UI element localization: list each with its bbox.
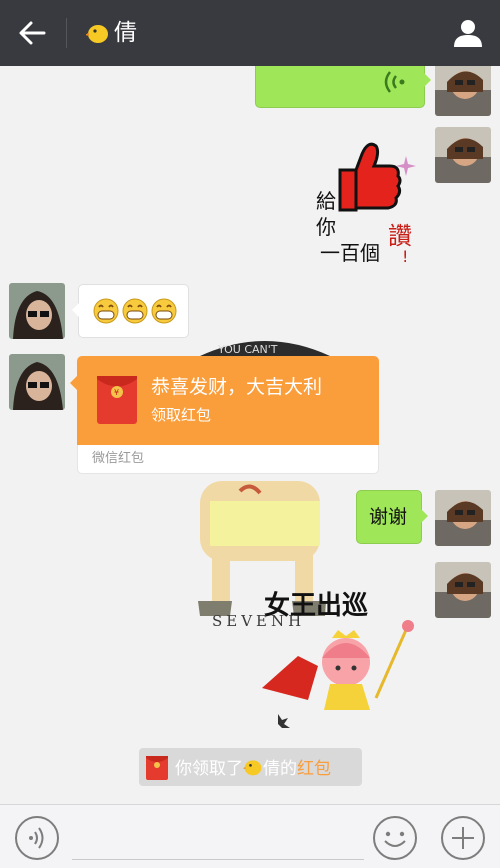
input-bar — [0, 804, 500, 868]
sticker-text: 給 — [316, 189, 336, 213]
cap-text: YOU CAN'T — [217, 343, 278, 356]
sticker-text: 你 — [316, 215, 336, 239]
plus-icon — [441, 816, 485, 860]
grin-emoji-icon — [122, 298, 148, 324]
avatar-image — [435, 66, 491, 116]
chat-info-button[interactable] — [450, 15, 486, 51]
voice-mode-icon — [15, 816, 59, 860]
red-packet-subtitle: 领取红包 — [151, 406, 212, 424]
note-name: 倩 — [263, 759, 280, 779]
red-envelope-icon: ¥ — [97, 376, 137, 424]
svg-text:¥: ¥ — [114, 388, 119, 397]
person-icon — [454, 20, 482, 47]
grin-emoji-icon — [151, 298, 177, 324]
more-actions-button[interactable] — [440, 815, 486, 861]
my-avatar[interactable] — [435, 127, 491, 183]
message-text: 谢谢 — [369, 506, 408, 528]
sticker-text: 一百個 — [320, 241, 380, 265]
system-note-text: 你领取了 倩的红包 — [175, 757, 331, 780]
note-prefix: 你领取了 — [175, 759, 243, 779]
red-packet-link[interactable]: 红包 — [297, 759, 331, 779]
message-input[interactable] — [72, 815, 364, 857]
back-button[interactable] — [14, 15, 50, 51]
my-avatar[interactable] — [435, 66, 491, 116]
sticker-text: 讚 — [388, 222, 412, 250]
chick-emoji-icon — [243, 760, 262, 776]
avatar-image — [9, 283, 65, 339]
emoji-message-bubble[interactable] — [72, 284, 189, 338]
grin-emoji-icon — [93, 298, 119, 324]
chat-title: 倩 — [114, 20, 137, 46]
voice-wave-icon — [384, 71, 405, 93]
red-packet-footer: 微信红包 — [77, 445, 379, 474]
my-avatar[interactable] — [435, 490, 491, 546]
red-packet-message[interactable]: ¥ 恭喜发财，大吉大利 领取红包 微信红包 — [70, 356, 379, 474]
header-divider — [66, 18, 67, 48]
contact-avatar[interactable] — [9, 354, 65, 410]
avatar-image — [435, 127, 491, 183]
chick-emoji-icon — [86, 25, 108, 43]
emoji-button[interactable] — [372, 815, 418, 861]
input-underline — [72, 859, 364, 860]
avatar-image — [435, 562, 491, 618]
red-envelope-icon — [146, 756, 168, 780]
sticker-caption: 女王出巡 — [264, 590, 368, 621]
queen-patrol-sticker[interactable]: 女王出巡 — [258, 578, 428, 728]
chat-header: 倩 — [0, 0, 500, 66]
note-suffix: 的 — [280, 759, 297, 779]
thumbs-up-sticker[interactable]: 給 你 一百個 讚 ! — [310, 136, 428, 266]
voice-mode-button[interactable] — [14, 815, 60, 861]
red-packet-brand: 微信红包 — [92, 451, 145, 466]
emoji-face-icon — [373, 816, 417, 860]
red-packet-received-note: 你领取了 倩的红包 — [139, 748, 362, 786]
voice-message-bubble[interactable] — [255, 66, 431, 108]
my-avatar[interactable] — [435, 562, 491, 618]
message-list[interactable]: YOU CAN'T SEVENH 給 你 一百個 讚 ! ¥ 恭喜发财，大吉大利… — [0, 66, 500, 804]
text-message-bubble[interactable]: 谢谢 — [356, 490, 428, 544]
sticker-text: ! — [402, 247, 408, 266]
red-packet-body[interactable]: ¥ 恭喜发财，大吉大利 领取红包 — [70, 356, 379, 445]
contact-avatar[interactable] — [9, 283, 65, 339]
red-packet-title: 恭喜发财，大吉大利 — [151, 376, 323, 398]
avatar-image — [9, 354, 65, 410]
avatar-image — [435, 490, 491, 546]
arrow-left-icon — [19, 21, 46, 45]
